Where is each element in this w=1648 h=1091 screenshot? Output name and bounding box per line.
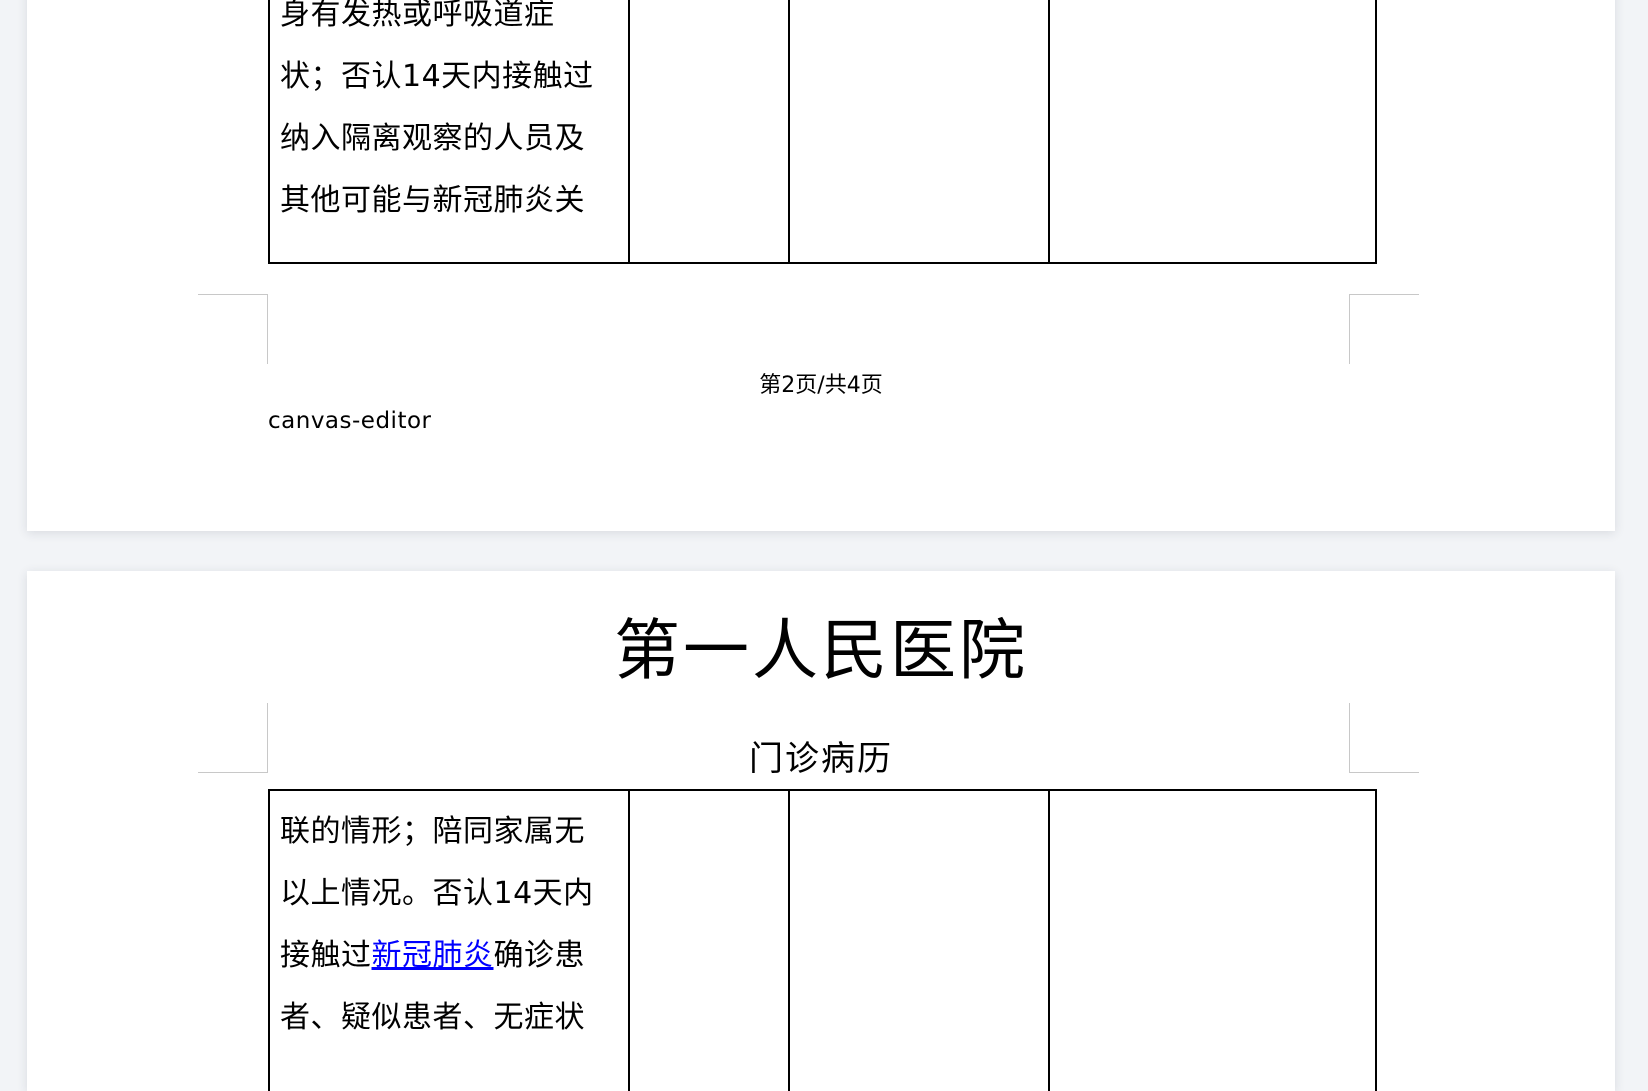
margin-corner-bottom-right: [1349, 294, 1419, 364]
table-cell-empty[interactable]: [790, 0, 1050, 262]
cell-text-line: 者、疑似患者、无症状: [280, 1000, 585, 1035]
record-table[interactable]: 身有发热或呼吸道症 状；否认14天内接触过 纳入隔离观察的人员及 其他可能与新冠…: [268, 0, 1377, 264]
table-cell-history[interactable]: 联的情形；陪同家属无 以上情况。否认14天内 接触过新冠肺炎确诊患 者、疑似患者…: [270, 791, 630, 1091]
table-cell-empty[interactable]: [630, 0, 790, 262]
cell-text-line: 其他可能与新冠肺炎关: [280, 183, 585, 218]
table-cell-empty[interactable]: [790, 791, 1050, 1091]
cell-text-line: 以上情况。否认14天内: [280, 876, 594, 911]
document-page-2[interactable]: 身有发热或呼吸道症 状；否认14天内接触过 纳入隔离观察的人员及 其他可能与新冠…: [27, 0, 1615, 531]
table-cell-history[interactable]: 身有发热或呼吸道症 状；否认14天内接触过 纳入隔离观察的人员及 其他可能与新冠…: [270, 0, 630, 262]
table-cell-empty[interactable]: [630, 791, 790, 1091]
hyperlink[interactable]: 新冠肺炎: [372, 938, 494, 973]
cell-text-line: 状；否认14天内接触过: [280, 59, 594, 94]
cell-text-line: 联的情形；陪同家属无: [280, 814, 585, 849]
cell-text-segment: 接触过: [280, 938, 372, 973]
cell-text-line: 纳入隔离观察的人员及: [280, 121, 585, 156]
table-cell-empty[interactable]: [1050, 0, 1375, 262]
document-page-3[interactable]: 第一人民医院 门诊病历 联的情形；陪同家属无 以上情况。否认14天内 接触过新冠…: [27, 571, 1615, 1091]
table-cell-empty[interactable]: [1050, 791, 1375, 1091]
cell-text-line: 接触过新冠肺炎确诊患: [280, 925, 620, 987]
footer-text: canvas-editor: [268, 408, 432, 434]
cell-text-segment: 确诊患: [493, 938, 585, 973]
page-number: 第2页/共4页: [759, 373, 883, 398]
cell-text-line: 身有发热或呼吸道症: [280, 0, 555, 32]
margin-corner-bottom-left: [198, 294, 268, 364]
margin-corner-top-left: [198, 703, 268, 773]
margin-corner-top-right: [1349, 703, 1419, 773]
header-title: 第一人民医院: [614, 612, 1028, 689]
